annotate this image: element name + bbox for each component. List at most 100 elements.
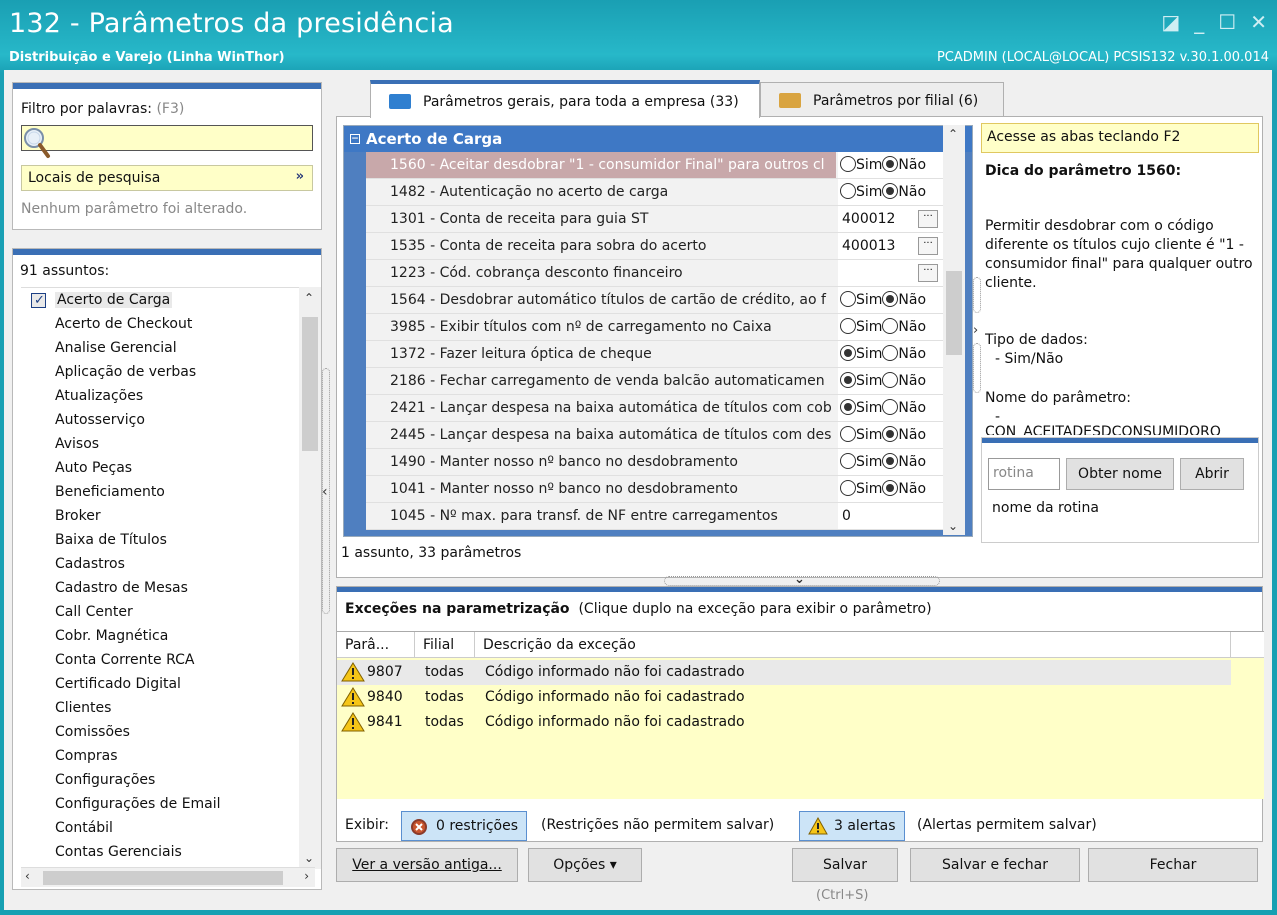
options-button[interactable]: Opções ▾ (528, 848, 642, 882)
subject-item[interactable]: Comissões (21, 720, 315, 744)
parameter-value[interactable]: Sim Não (838, 449, 944, 475)
restricoes-toggle[interactable]: 0 restrições (401, 811, 528, 841)
col-param[interactable]: Parâ... (337, 632, 415, 658)
collapse-left-icon[interactable]: ‹ (322, 484, 328, 500)
sim-radio[interactable] (840, 345, 856, 361)
subject-item[interactable]: Beneficiamento (21, 480, 315, 504)
grid-scrollbar[interactable]: ⌃ ⌄ (943, 125, 965, 535)
nao-radio[interactable] (882, 399, 899, 415)
subject-item[interactable]: Cadastros (21, 552, 315, 576)
ellipsis-button[interactable]: ··· (918, 264, 938, 282)
parameter-value[interactable]: Sim Não (838, 314, 944, 340)
exception-row[interactable]: 9841 todas Código informado não foi cadast… (337, 710, 1231, 735)
nao-radio[interactable] (882, 183, 899, 199)
nao-radio[interactable] (882, 372, 899, 388)
nao-radio[interactable] (882, 345, 899, 361)
parameter-row[interactable]: 1482 - Autenticação no acerto de carga Si… (366, 179, 944, 206)
subjects-scrollbar[interactable]: ⌃ ⌄ (299, 287, 321, 869)
sim-radio[interactable] (840, 480, 856, 496)
collapse-right-icon[interactable]: › (973, 323, 978, 338)
subject-item[interactable]: Configurações de Email (21, 792, 315, 816)
parameter-row[interactable]: 1560 - Aceitar desdobrar "1 - consumidor… (366, 152, 944, 179)
parameter-value[interactable]: Sim Não (838, 179, 944, 205)
subject-item[interactable]: Cadastro de Mesas (21, 576, 315, 600)
sim-radio[interactable] (840, 291, 856, 307)
nao-radio[interactable] (882, 480, 899, 496)
search-input[interactable] (21, 125, 313, 151)
parameter-row[interactable]: 1490 - Manter nosso nº banco no desdobra… (366, 449, 944, 476)
scroll-down-icon[interactable]: ⌄ (304, 851, 314, 865)
tip-splitter-top[interactable] (973, 277, 981, 313)
sim-radio[interactable] (840, 183, 856, 199)
hscroll-thumb[interactable] (43, 871, 283, 885)
sim-radio[interactable] (840, 426, 856, 442)
subject-item[interactable]: Broker (21, 504, 315, 528)
minimize-icon[interactable]: _ (1194, 10, 1204, 34)
parameter-row[interactable]: 1045 - Nº max. para transf. de NF entre … (366, 503, 944, 530)
col-descricao[interactable]: Descrição da exceção (475, 632, 1231, 658)
save-button[interactable]: Salvar (792, 848, 898, 882)
obter-nome-button[interactable]: Obter nome (1066, 458, 1174, 490)
parameter-value[interactable]: Sim Não (838, 422, 944, 448)
close-button[interactable]: Fechar (1088, 848, 1258, 882)
ellipsis-button[interactable]: ··· (918, 237, 938, 255)
scroll-left-icon[interactable]: ‹ (25, 869, 30, 883)
group-header[interactable]: − Acerto de Carga (344, 126, 972, 152)
close-icon[interactable]: ✕ (1250, 10, 1267, 34)
scroll-down-icon[interactable]: ⌄ (948, 519, 958, 533)
parameter-value[interactable]: Sim Não (838, 395, 944, 421)
exception-row[interactable]: 9840 todas Código informado não foi cadast… (337, 685, 1231, 710)
subject-item[interactable]: Certificado Digital (21, 672, 315, 696)
abrir-button[interactable]: Abrir (1180, 458, 1244, 490)
nao-radio[interactable] (882, 156, 899, 172)
rotina-input[interactable]: rotina (988, 458, 1060, 490)
scroll-thumb[interactable] (302, 317, 318, 451)
sim-radio[interactable] (840, 318, 856, 334)
collapse-down-icon[interactable]: ⌄ (794, 572, 805, 587)
parameter-row[interactable]: 2186 - Fechar carregamento de venda balc… (366, 368, 944, 395)
sim-radio[interactable] (840, 156, 856, 172)
subject-item[interactable]: Avisos (21, 432, 315, 456)
parameter-row[interactable]: 1223 - Cód. cobrança desconto financeiro… (366, 260, 944, 287)
subject-item[interactable]: Acerto de Checkout (21, 312, 315, 336)
tab-general[interactable]: Parâmetros gerais, para toda a empresa (… (370, 80, 760, 118)
sim-radio[interactable] (840, 399, 856, 415)
parameter-row[interactable]: 1041 - Manter nosso nº banco no desdobra… (366, 476, 944, 503)
scroll-right-icon[interactable]: › (304, 869, 309, 883)
subject-item[interactable]: Analise Gerencial (21, 336, 315, 360)
scroll-thumb[interactable] (946, 271, 962, 355)
parameter-value[interactable]: Sim Não (838, 152, 944, 178)
alertas-toggle[interactable]: 3 alertas (799, 811, 905, 841)
parameter-value[interactable]: Sim Não (838, 476, 944, 502)
subject-item[interactable]: Call Center (21, 600, 315, 624)
subject-item[interactable]: Auto Peças (21, 456, 315, 480)
scroll-up-icon[interactable]: ⌃ (948, 127, 958, 141)
parameter-row[interactable]: 1535 - Conta de receita para sobra do ac… (366, 233, 944, 260)
restore-icon[interactable]: ◪ (1161, 10, 1180, 34)
subject-item[interactable]: Baixa de Títulos (21, 528, 315, 552)
maximize-icon[interactable]: ☐ (1218, 10, 1236, 34)
parameter-value[interactable]: Sim Não (838, 287, 944, 313)
nao-radio[interactable] (882, 453, 899, 469)
subject-item[interactable]: Atualizações (21, 384, 315, 408)
sim-radio[interactable] (840, 453, 856, 469)
subjects-hscrollbar[interactable]: ‹ › (21, 867, 315, 887)
parameter-row[interactable]: 1564 - Desdobrar automático títulos de c… (366, 287, 944, 314)
nao-radio[interactable] (882, 318, 899, 334)
scroll-up-icon[interactable]: ⌃ (304, 291, 314, 305)
locais-dropdown[interactable]: Locais de pesquisa » (21, 165, 313, 191)
subject-item[interactable]: Cobr. Magnética (21, 624, 315, 648)
tab-branch[interactable]: Parâmetros por filial (6) (760, 82, 1004, 118)
sim-radio[interactable] (840, 372, 856, 388)
col-filial[interactable]: Filial (415, 632, 475, 658)
checkbox-checked-icon[interactable]: ✓ (31, 293, 46, 308)
parameter-row[interactable]: 1301 - Conta de receita para guia ST 4000… (366, 206, 944, 233)
parameter-row[interactable]: 2445 - Lançar despesa na baixa automátic… (366, 422, 944, 449)
subject-item[interactable]: Configurações (21, 768, 315, 792)
ellipsis-button[interactable]: ··· (918, 210, 938, 228)
subject-item[interactable]: Contas Gerenciais (21, 840, 315, 864)
parameter-value[interactable]: 0 (838, 503, 944, 529)
subject-item[interactable]: Conta Corrente RCA (21, 648, 315, 672)
subject-item[interactable]: Compras (21, 744, 315, 768)
nao-radio[interactable] (882, 291, 899, 307)
